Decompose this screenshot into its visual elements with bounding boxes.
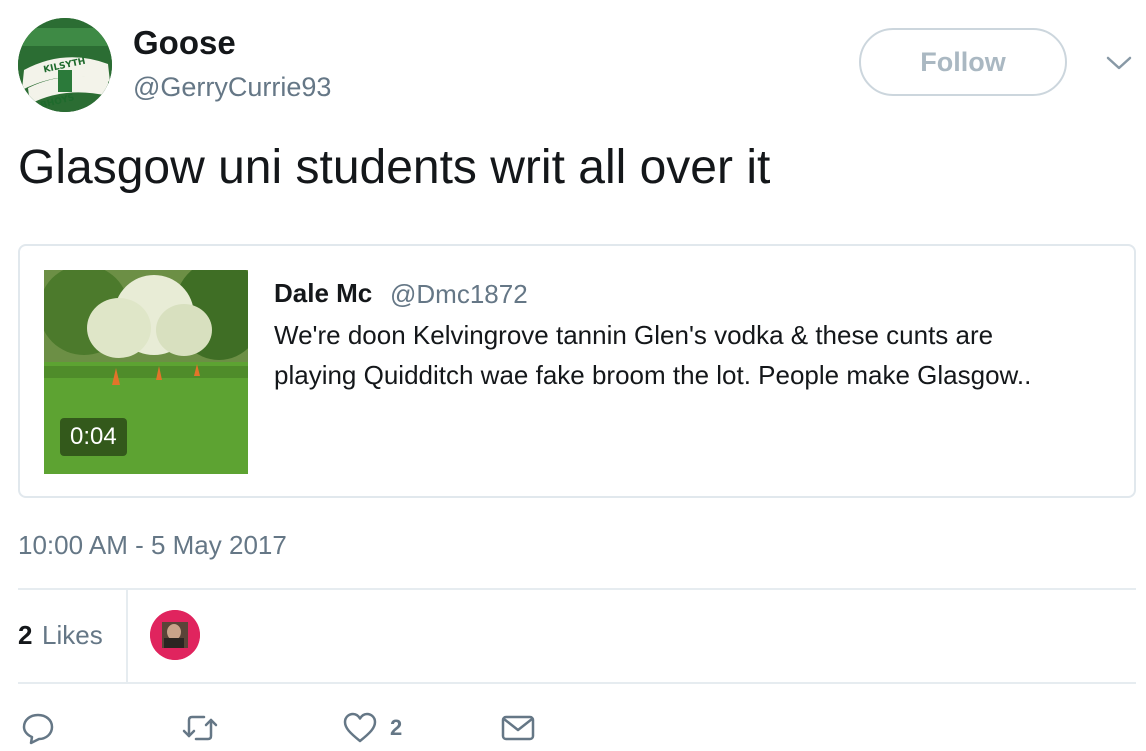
like-button[interactable]: 2	[342, 710, 402, 746]
likes-count: 2	[18, 620, 33, 650]
like-count: 2	[390, 715, 403, 740]
divider-bottom	[18, 682, 1136, 684]
follow-button[interactable]: Follow	[859, 28, 1067, 96]
tweet-timestamp[interactable]: 10:00 AM - 5 May 2017	[18, 530, 287, 561]
quoted-tweet-video[interactable]: 0:04	[44, 270, 248, 474]
author-avatar[interactable]: KILSYTH BHOYS	[18, 18, 112, 112]
tweet-text: Glasgow uni students writ all over it	[18, 141, 771, 194]
quoted-author-name[interactable]: Dale Mc	[274, 278, 372, 309]
retweet-button[interactable]	[180, 710, 220, 746]
author-handle[interactable]: @GerryCurrie93	[133, 72, 331, 103]
video-duration: 0:04	[60, 418, 127, 456]
quoted-tweet-card[interactable]: 0:04 Dale Mc @Dmc1872 We're doon Kelving…	[18, 244, 1136, 498]
divider-top	[18, 588, 1136, 590]
liker-avatar[interactable]	[150, 610, 200, 660]
likes-label: Likes	[42, 620, 103, 650]
quoted-author-handle[interactable]: @Dmc1872	[390, 279, 528, 310]
stats-divider	[126, 590, 128, 682]
direct-message-button[interactable]	[500, 710, 536, 746]
reply-icon	[22, 713, 54, 745]
quoted-tweet-text-line-1: We're doon Kelvingrove tannin Glen's vod…	[274, 320, 994, 350]
reply-button[interactable]	[20, 710, 56, 746]
chevron-down-icon[interactable]	[1104, 50, 1134, 76]
avatar-image: KILSYTH BHOYS	[18, 18, 112, 112]
retweet-icon	[182, 715, 218, 741]
quoted-tweet-text-line-2: playing Quidditch wae fake broom the lot…	[274, 360, 1032, 390]
author-name[interactable]: Goose	[133, 24, 236, 62]
heart-icon	[343, 712, 377, 743]
envelope-icon	[501, 715, 535, 741]
